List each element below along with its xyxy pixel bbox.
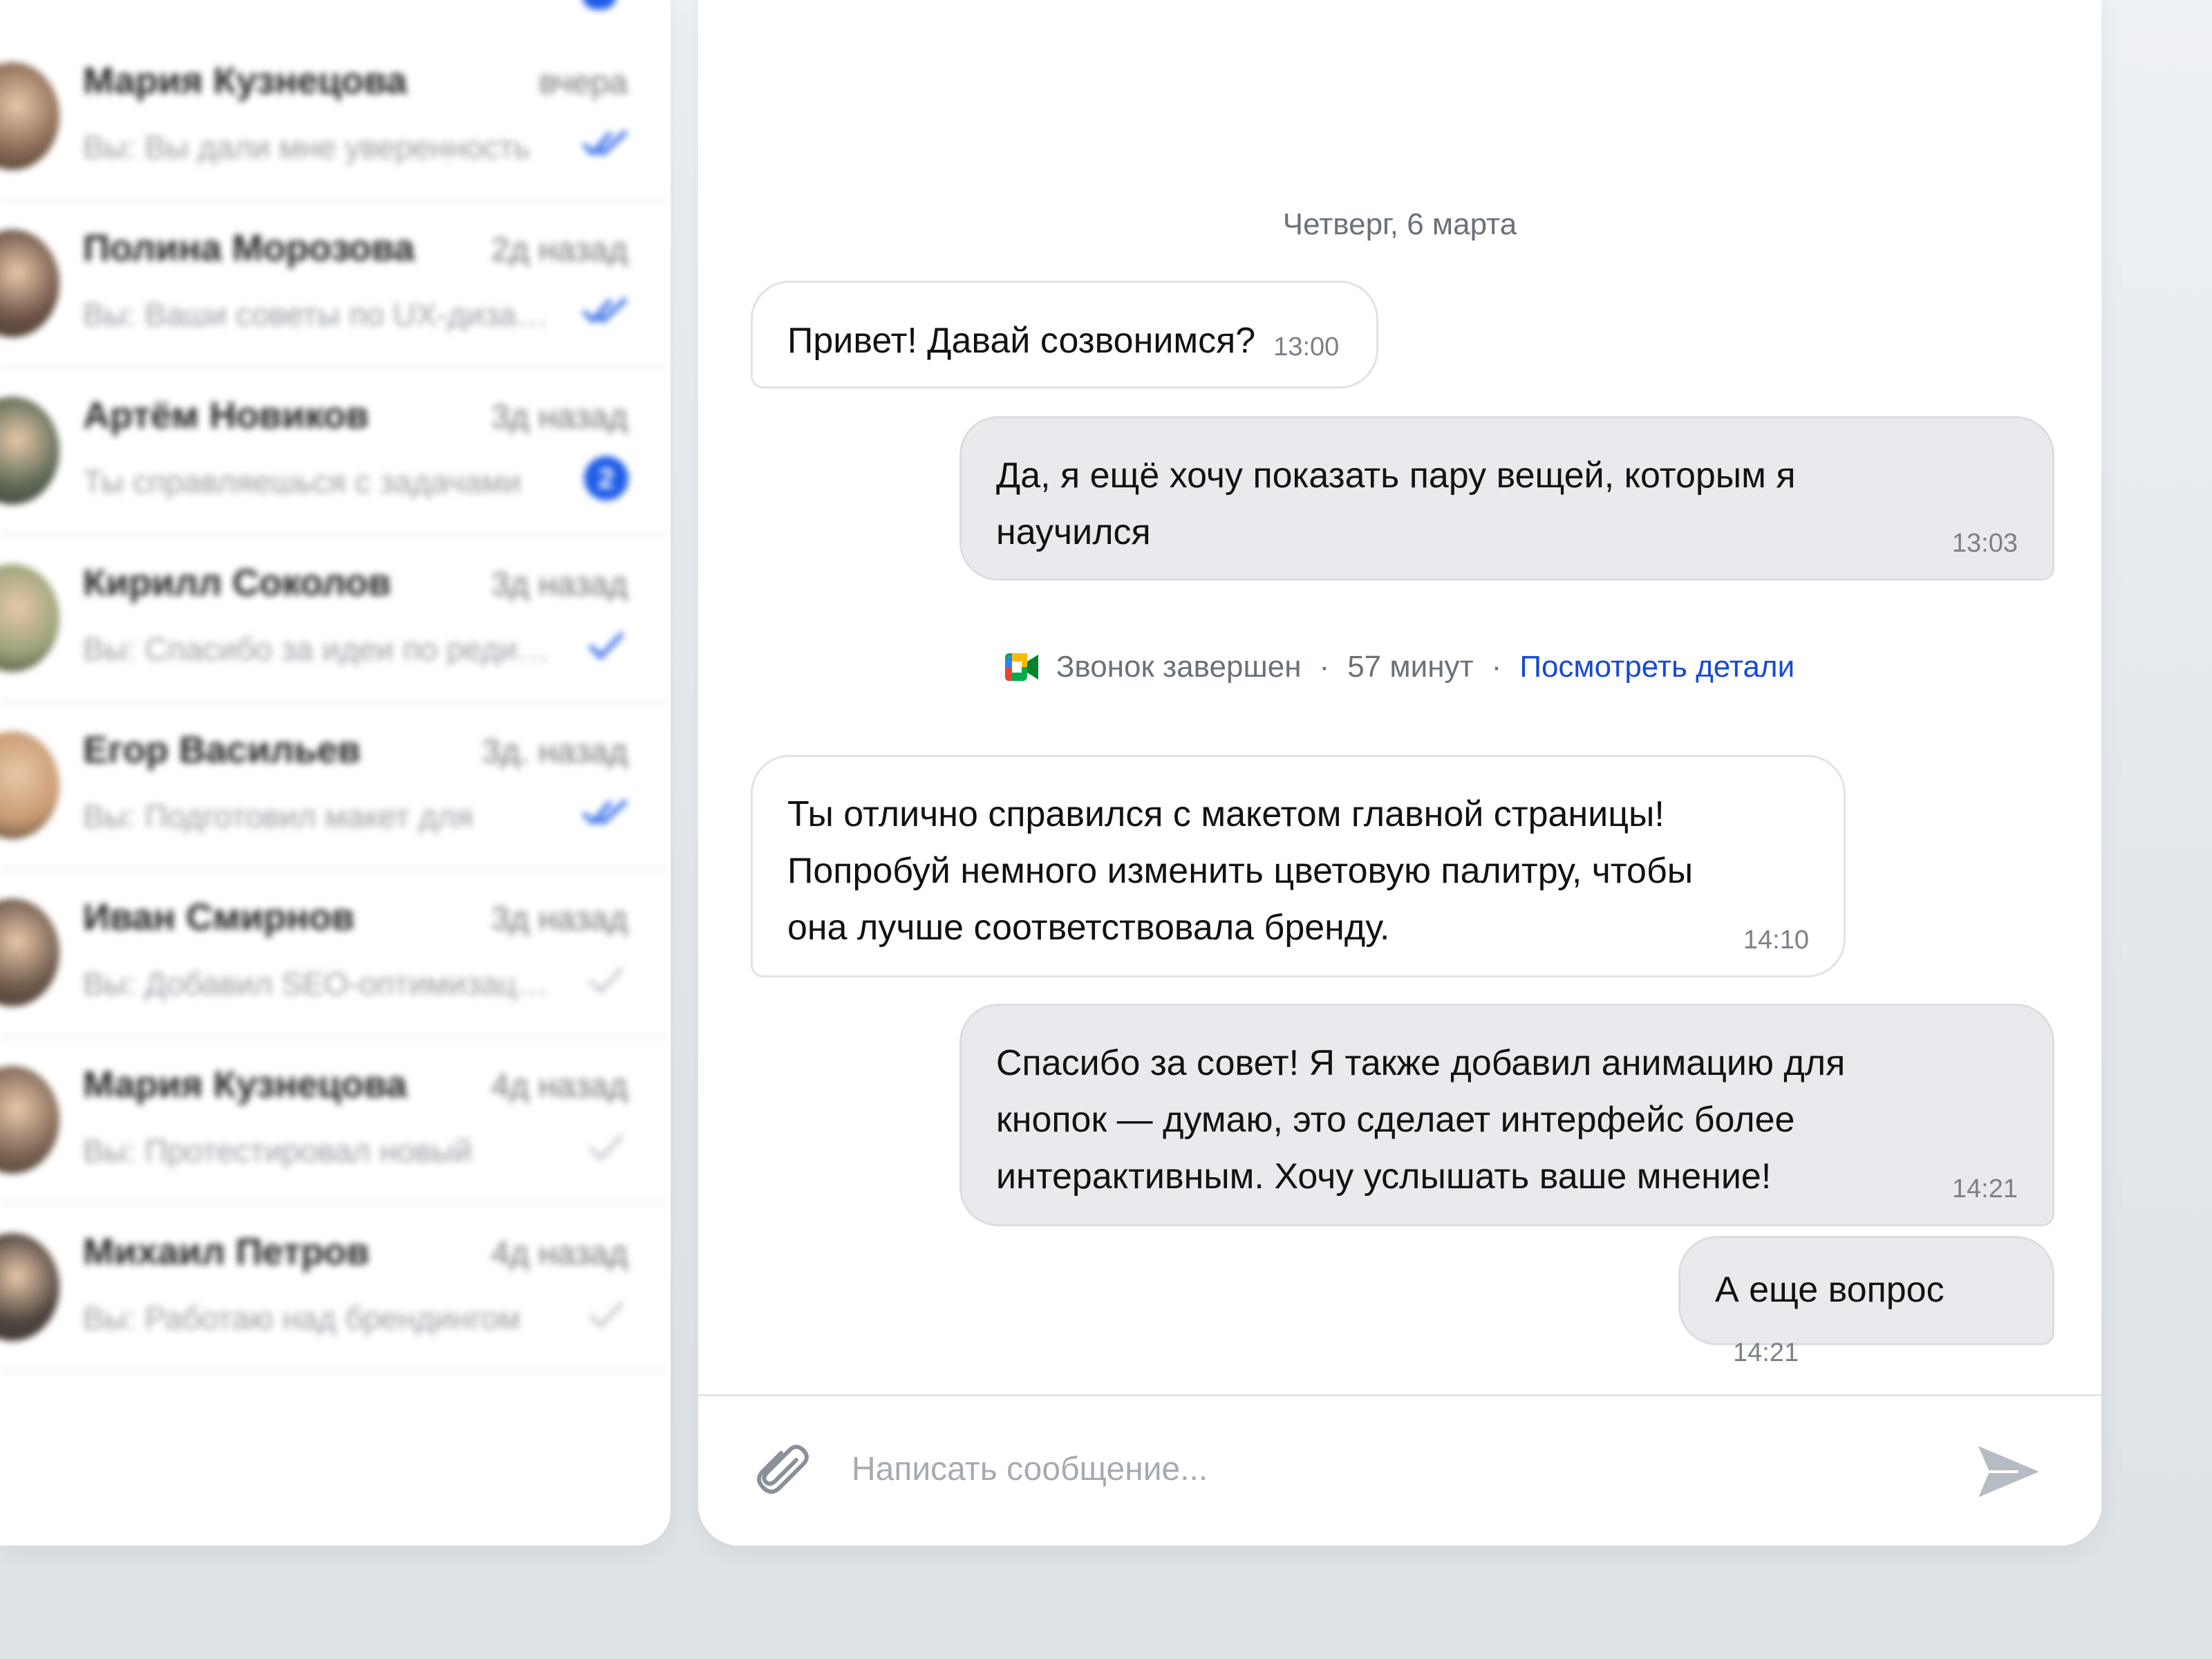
double-check-icon	[582, 290, 630, 332]
avatar	[0, 397, 59, 505]
conversation-name: Егор Васильев	[83, 729, 361, 771]
message-bubble-outgoing[interactable]: Спасибо за совет! Я также добавил анимац…	[959, 1004, 2054, 1226]
conversation-time: 4д назад	[491, 1068, 628, 1105]
google-meet-icon	[1004, 653, 1038, 681]
conversation-name: Михаил Петров	[83, 1231, 370, 1273]
double-check-icon	[582, 123, 630, 165]
message-bubble-incoming[interactable]: Ты отлично справился с макетом главной с…	[751, 755, 1846, 977]
message-text: Спасибо за совет! Я также добавил анимац…	[996, 1043, 1846, 1197]
conversation-item[interactable]: Михаил Петров 4д назад Вы: Работаю над б…	[0, 1204, 671, 1372]
call-details-link[interactable]: Посмотреть детали	[1519, 650, 1794, 684]
message-time: 14:21	[1733, 1338, 1799, 1367]
check-icon	[582, 1294, 630, 1335]
unread-count: 2	[584, 456, 628, 500]
conversation-preview: Ты справляешься с задачами	[83, 464, 522, 500]
message-time: 13:00	[1273, 332, 1340, 362]
conversation-item[interactable]: Кирилл Соколов 3д назад Вы: Спасибо за и…	[0, 535, 671, 703]
check-icon	[582, 625, 630, 666]
avatar	[0, 62, 59, 170]
conversation-name: Артём Новиков	[83, 395, 369, 436]
separator-dot: ·	[1491, 650, 1502, 684]
conversation-name: Мария Кузнецова	[83, 1064, 407, 1105]
conversation-item[interactable]: Мария Кузнецова вчера Вы: Вы дали мне ув…	[0, 33, 671, 201]
call-status: Звонок завершен	[1056, 650, 1302, 684]
avatar	[0, 731, 59, 839]
call-duration: 57 минут	[1347, 650, 1474, 684]
conversation-name: Мария Кузнецова	[83, 60, 407, 102]
message-composer	[698, 1394, 2101, 1546]
message-time: 14:10	[1743, 926, 1809, 955]
unread-badge-partial	[582, 0, 617, 10]
check-icon	[582, 1127, 630, 1168]
chat-panel: Четверг, 6 марта Привет! Давай созвонимс…	[698, 0, 2101, 1546]
message-bubble-outgoing[interactable]: А еще вопрос 14:21	[1678, 1236, 2054, 1366]
conversation-time: 4д назад	[491, 1235, 628, 1272]
avatar	[0, 564, 59, 672]
check-icon	[582, 959, 630, 1001]
conversation-list-panel: Мария Кузнецова вчера Вы: Вы дали мне ув…	[0, 0, 671, 1546]
conversation-time: 3д. назад	[482, 733, 628, 770]
separator-dot: ·	[1319, 650, 1330, 684]
conversation-item[interactable]: Иван Смирнов 3д назад Вы: Добавил SEO-оп…	[0, 870, 671, 1038]
conversation-item[interactable]: Полина Морозова 2д назад Вы: Ваши советы…	[0, 200, 671, 368]
message-text: Да, я ещё хочу показать пару вещей, кото…	[996, 456, 1796, 552]
conversation-item[interactable]: Артём Новиков 3д назад Ты справляешься с…	[0, 368, 671, 536]
unread-count-badge: 2	[582, 456, 630, 500]
conversation-time: 2д назад	[491, 232, 628, 268]
conversation-item[interactable]: Мария Кузнецова 4д назад Вы: Протестиров…	[0, 1037, 671, 1205]
conversation-preview: Вы: Вы дали мне уверенность	[83, 129, 531, 165]
paperclip-icon[interactable]	[753, 1439, 816, 1501]
send-icon[interactable]	[1976, 1442, 2042, 1501]
conversation-time: вчера	[538, 64, 628, 101]
conversation-time: 3д назад	[491, 566, 628, 603]
message-text: Ты отлично справился с макетом главной с…	[787, 794, 1694, 948]
conversation-name: Иван Смирнов	[83, 897, 355, 938]
conversation-name: Полина Морозова	[83, 227, 415, 269]
message-bubble-incoming[interactable]: Привет! Давай созвонимся? 13:00	[751, 281, 1378, 388]
message-text: Привет! Давай созвонимся?	[787, 321, 1256, 361]
conversation-preview: Вы: Подготовил макет для	[83, 798, 474, 834]
avatar	[0, 229, 59, 337]
message-time: 13:03	[1951, 529, 2018, 558]
conversation-preview: Вы: Протестировал новый	[83, 1133, 472, 1169]
date-separator: Четверг, 6 марта	[1282, 207, 1517, 241]
double-check-icon	[582, 792, 630, 834]
avatar	[0, 1066, 59, 1174]
message-input[interactable]	[850, 1434, 1890, 1504]
conversation-name: Кирилл Соколов	[83, 562, 391, 603]
message-text: А еще вопрос	[1715, 1270, 1944, 1310]
conversation-time: 3д назад	[491, 399, 628, 435]
conversation-item[interactable]: Егор Васильев 3д. назад Вы: Подготовил м…	[0, 702, 671, 870]
conversation-preview: Вы: Ваши советы по UX-дизайну	[83, 297, 553, 332]
call-summary: Звонок завершен · 57 минут · Посмотреть …	[698, 643, 2101, 691]
conversation-time: 3д назад	[491, 901, 628, 937]
conversation-preview: Вы: Спасибо за идеи по редизайну	[83, 631, 553, 667]
conversation-preview: Вы: Работаю над брендингом	[83, 1300, 521, 1336]
message-bubble-outgoing[interactable]: Да, я ещё хочу показать пару вещей, кото…	[959, 416, 2054, 581]
conversation-preview: Вы: Добавил SEO-оптимизацию	[83, 966, 553, 1002]
message-time: 14:21	[1951, 1174, 2018, 1203]
avatar	[0, 1233, 59, 1341]
avatar	[0, 899, 59, 1006]
